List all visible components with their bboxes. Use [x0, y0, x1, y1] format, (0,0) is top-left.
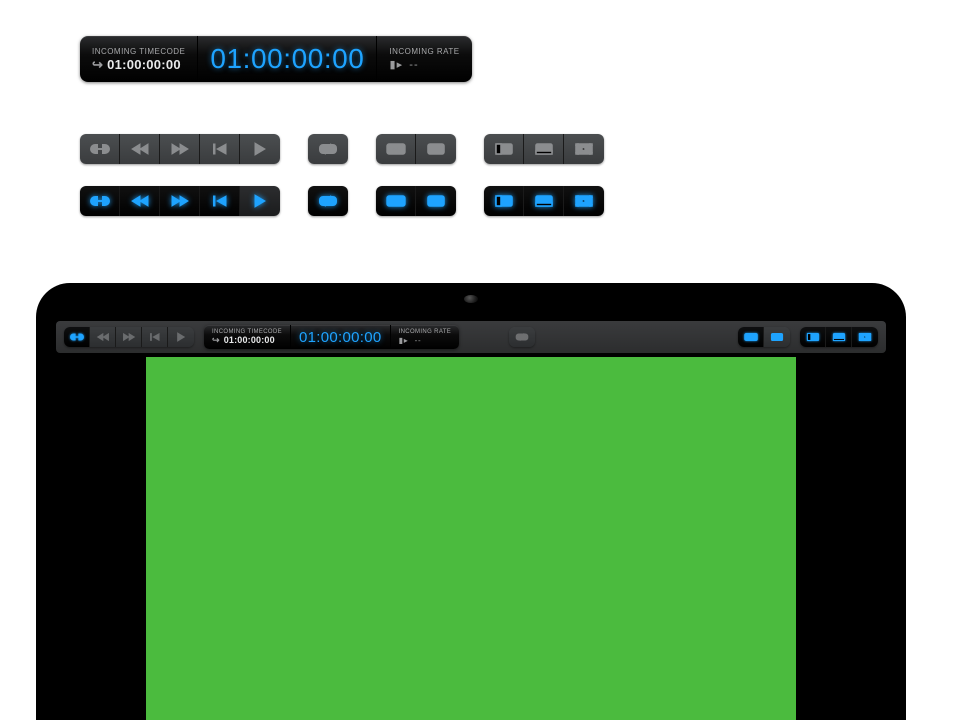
layout-group: [800, 327, 878, 347]
transport-group-active: [80, 186, 280, 216]
view-group-active: [376, 186, 456, 216]
viewport: [56, 357, 886, 720]
incoming-timecode-value: ↪01:00:00:00: [92, 58, 185, 71]
loop-button[interactable]: [308, 134, 348, 164]
incoming-rate-label: INCOMING RATE: [399, 329, 452, 335]
layout-bottom-button[interactable]: [524, 186, 564, 216]
waveform-button[interactable]: [738, 327, 764, 347]
link-button[interactable]: [80, 134, 120, 164]
incoming-rate-label: INCOMING RATE: [389, 48, 459, 56]
view-group: [738, 327, 790, 347]
main-timecode-cell: 01:00:00:00: [198, 36, 377, 82]
skip-back-button[interactable]: [200, 134, 240, 164]
view-group-inactive: [376, 134, 456, 164]
forward-button[interactable]: [160, 134, 200, 164]
rewind-button[interactable]: [120, 134, 160, 164]
incoming-rate-cell: INCOMING RATE ▮▸--: [391, 325, 460, 349]
rewind-button[interactable]: [90, 327, 116, 347]
incoming-timecode-value: ↪01:00:00:00: [212, 336, 282, 345]
loop-group: [509, 327, 535, 347]
incoming-rate-cell: INCOMING RATE ▮▸--: [377, 36, 471, 82]
main-timecode-cell: 01:00:00:00: [291, 325, 391, 349]
loop-group-inactive: [308, 134, 348, 164]
app-toolbar: INCOMING TIMECODE ↪01:00:00:00 01:00:00:…: [56, 321, 886, 353]
transport-group: [64, 327, 194, 347]
layout-sidebar-button[interactable]: [484, 186, 524, 216]
layout-group-active: [484, 186, 604, 216]
incoming-rate-value: ▮▸--: [399, 336, 452, 345]
layout-bottom-button[interactable]: [524, 134, 564, 164]
link-button[interactable]: [80, 186, 120, 216]
layout-fullscreen-button[interactable]: [564, 134, 604, 164]
layout-fullscreen-button[interactable]: [852, 327, 878, 347]
link-button[interactable]: [64, 327, 90, 347]
green-screen: [146, 357, 796, 720]
timecode-panel: INCOMING TIMECODE ↪01:00:00:00 01:00:00:…: [80, 36, 472, 82]
loop-button[interactable]: [509, 327, 535, 347]
transport-group-inactive: [80, 134, 280, 164]
main-timecode-value: 01:00:00:00: [210, 45, 364, 73]
waveform-button[interactable]: [376, 186, 416, 216]
camera-icon: ▮▸: [399, 336, 409, 345]
list-button[interactable]: [416, 186, 456, 216]
incoming-rate-value: ▮▸--: [389, 58, 459, 71]
rewind-button[interactable]: [120, 186, 160, 216]
play-button[interactable]: [240, 186, 280, 216]
reset-arrow-icon: ↪: [92, 58, 103, 71]
timecode-panel: INCOMING TIMECODE ↪01:00:00:00 01:00:00:…: [204, 325, 459, 349]
incoming-timecode-label: INCOMING TIMECODE: [92, 48, 185, 56]
monitor-mock: INCOMING TIMECODE ↪01:00:00:00 01:00:00:…: [36, 283, 906, 720]
layout-sidebar-button[interactable]: [484, 134, 524, 164]
layout-bottom-button[interactable]: [826, 327, 852, 347]
layout-group-inactive: [484, 134, 604, 164]
skip-back-button[interactable]: [200, 186, 240, 216]
skip-back-button[interactable]: [142, 327, 168, 347]
loop-group-active: [308, 186, 348, 216]
forward-button[interactable]: [160, 186, 200, 216]
incoming-timecode-cell: INCOMING TIMECODE ↪01:00:00:00: [80, 36, 198, 82]
loop-button[interactable]: [308, 186, 348, 216]
list-button[interactable]: [416, 134, 456, 164]
layout-fullscreen-button[interactable]: [564, 186, 604, 216]
layout-sidebar-button[interactable]: [800, 327, 826, 347]
reset-arrow-icon: ↪: [212, 336, 220, 345]
incoming-timecode-cell: INCOMING TIMECODE ↪01:00:00:00: [204, 325, 291, 349]
play-button[interactable]: [240, 134, 280, 164]
camera-icon: ▮▸: [389, 58, 403, 71]
forward-button[interactable]: [116, 327, 142, 347]
main-timecode-value: 01:00:00:00: [299, 330, 382, 345]
waveform-button[interactable]: [376, 134, 416, 164]
list-button[interactable]: [764, 327, 790, 347]
play-button[interactable]: [168, 327, 194, 347]
